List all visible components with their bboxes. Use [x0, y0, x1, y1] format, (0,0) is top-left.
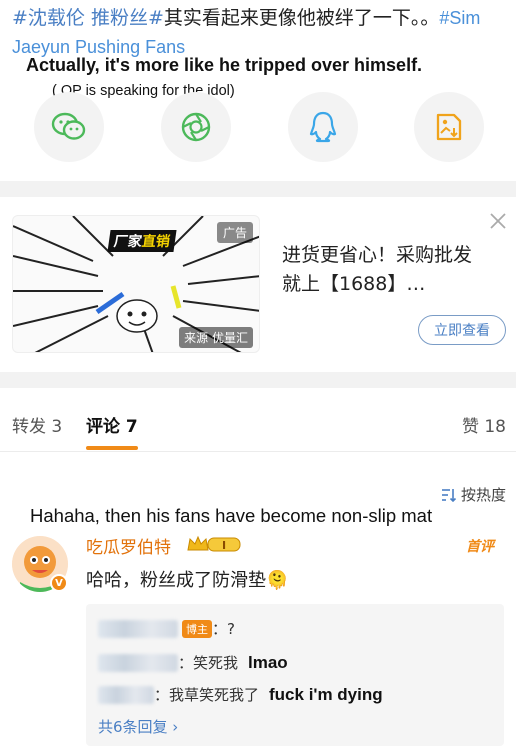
ad-card[interactable]: 厂家直销 广告 来源 优量汇 进货更省心！采购批发就上【1688】… 立即查看: [0, 197, 516, 372]
section-divider: [0, 372, 516, 388]
reply-translation: fuck i'm dying: [269, 684, 383, 704]
reply-box[interactable]: 博主 ：? ：笑死我 lmao ：我草笑死我了 fuck i'm dying 共…: [86, 604, 504, 746]
topic-tag-link[interactable]: #沈载伦 推粉丝#: [12, 7, 164, 29]
share-row: [0, 92, 516, 172]
share-wechat-button[interactable]: [34, 92, 104, 162]
tab-repost[interactable]: 转发 3: [12, 412, 62, 437]
tab-likes[interactable]: 赞 18: [462, 412, 506, 437]
qq-icon: [309, 111, 337, 143]
author-tag: 博主: [182, 619, 212, 638]
view-all-replies-link[interactable]: 共6条回复 ›: [98, 716, 178, 737]
blurred-username: [98, 653, 178, 672]
wechat-icon: [51, 112, 86, 140]
active-tab-indicator: [86, 446, 138, 450]
blurred-username: [98, 619, 178, 638]
interaction-tabs: 转发 3 评论 7 赞 18: [0, 390, 516, 452]
reply-item[interactable]: ：我草笑死我了 fuck i'm dying: [98, 684, 383, 705]
ad-brand-logo: 厂家直销: [107, 230, 177, 252]
reply-translation: lmao: [248, 652, 288, 672]
sort-by-hot-button[interactable]: 按热度: [441, 484, 506, 505]
ad-view-now-button[interactable]: 立即查看: [418, 315, 506, 345]
reply-item[interactable]: 博主 ：?: [98, 618, 235, 639]
comment-text: 哈哈，粉丝成了防滑垫🫠: [86, 570, 289, 591]
section-divider: [0, 181, 516, 197]
translation-caption: Actually, it's more like he tripped over…: [26, 55, 423, 75]
reply-item[interactable]: ：笑死我 lmao: [98, 652, 288, 673]
blurred-username: [98, 685, 154, 704]
post-body: #沈载伦 推粉丝#其实看起来更像他被绊了一下。。#Sim Jaeyun Push…: [12, 4, 508, 62]
post-text: 其实看起来更像他被绊了一下。。: [163, 7, 440, 29]
first-comment-tag: 首评: [466, 539, 494, 555]
sort-label: 按热度: [460, 486, 506, 504]
wechat-moments-icon: [181, 112, 211, 142]
reply-text: ：笑死我: [178, 654, 239, 672]
save-image-button[interactable]: [414, 92, 484, 162]
ad-image[interactable]: 厂家直销 广告 来源 优量汇: [12, 215, 260, 353]
tab-comments[interactable]: 评论 7: [86, 412, 138, 437]
reply-text: ：?: [212, 620, 235, 638]
verified-badge: V: [50, 574, 68, 592]
sort-icon: [441, 488, 457, 502]
ad-badge: 广告: [216, 222, 253, 243]
reply-text: ：我草笑死我了: [154, 686, 260, 704]
ad-title[interactable]: 进货更省心！采购批发就上【1688】…: [282, 241, 482, 299]
comment-translation-caption: Hahaha, then his fans have become non-sl…: [30, 505, 433, 526]
close-icon[interactable]: [488, 211, 508, 231]
level-crown-badge: I: [187, 535, 241, 552]
save-image-icon: [436, 113, 462, 141]
comment-username[interactable]: 吃瓜罗伯特: [86, 533, 171, 558]
share-moments-button[interactable]: [161, 92, 231, 162]
ad-source-label: 来源 优量汇: [179, 327, 253, 348]
svg-text:I: I: [222, 539, 226, 552]
share-qq-button[interactable]: [288, 92, 358, 162]
